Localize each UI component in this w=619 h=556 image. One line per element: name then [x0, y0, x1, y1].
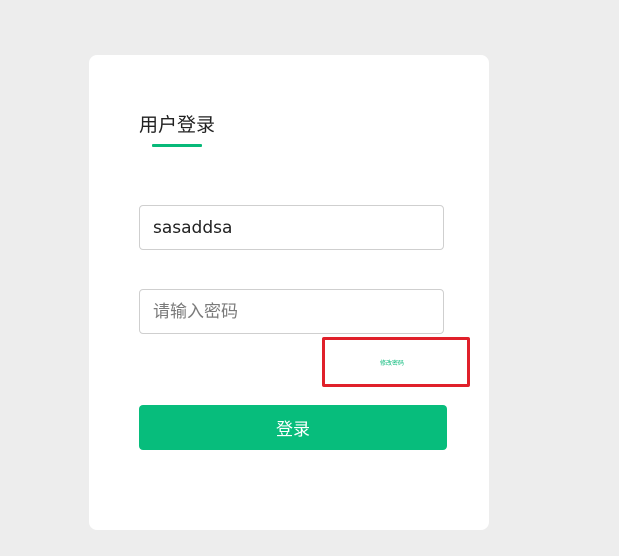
login-title: 用户登录 — [139, 114, 216, 136]
change-password-link[interactable]: 修改密码 — [380, 358, 404, 367]
change-password-highlight: 修改密码 — [322, 337, 470, 387]
login-page: 用户登录 修改密码 登录 — [0, 0, 619, 556]
username-input[interactable] — [139, 205, 444, 250]
login-card: 用户登录 修改密码 登录 — [89, 55, 489, 530]
login-button[interactable]: 登录 — [139, 405, 447, 450]
title-underline — [152, 144, 202, 147]
password-input[interactable] — [139, 289, 444, 334]
